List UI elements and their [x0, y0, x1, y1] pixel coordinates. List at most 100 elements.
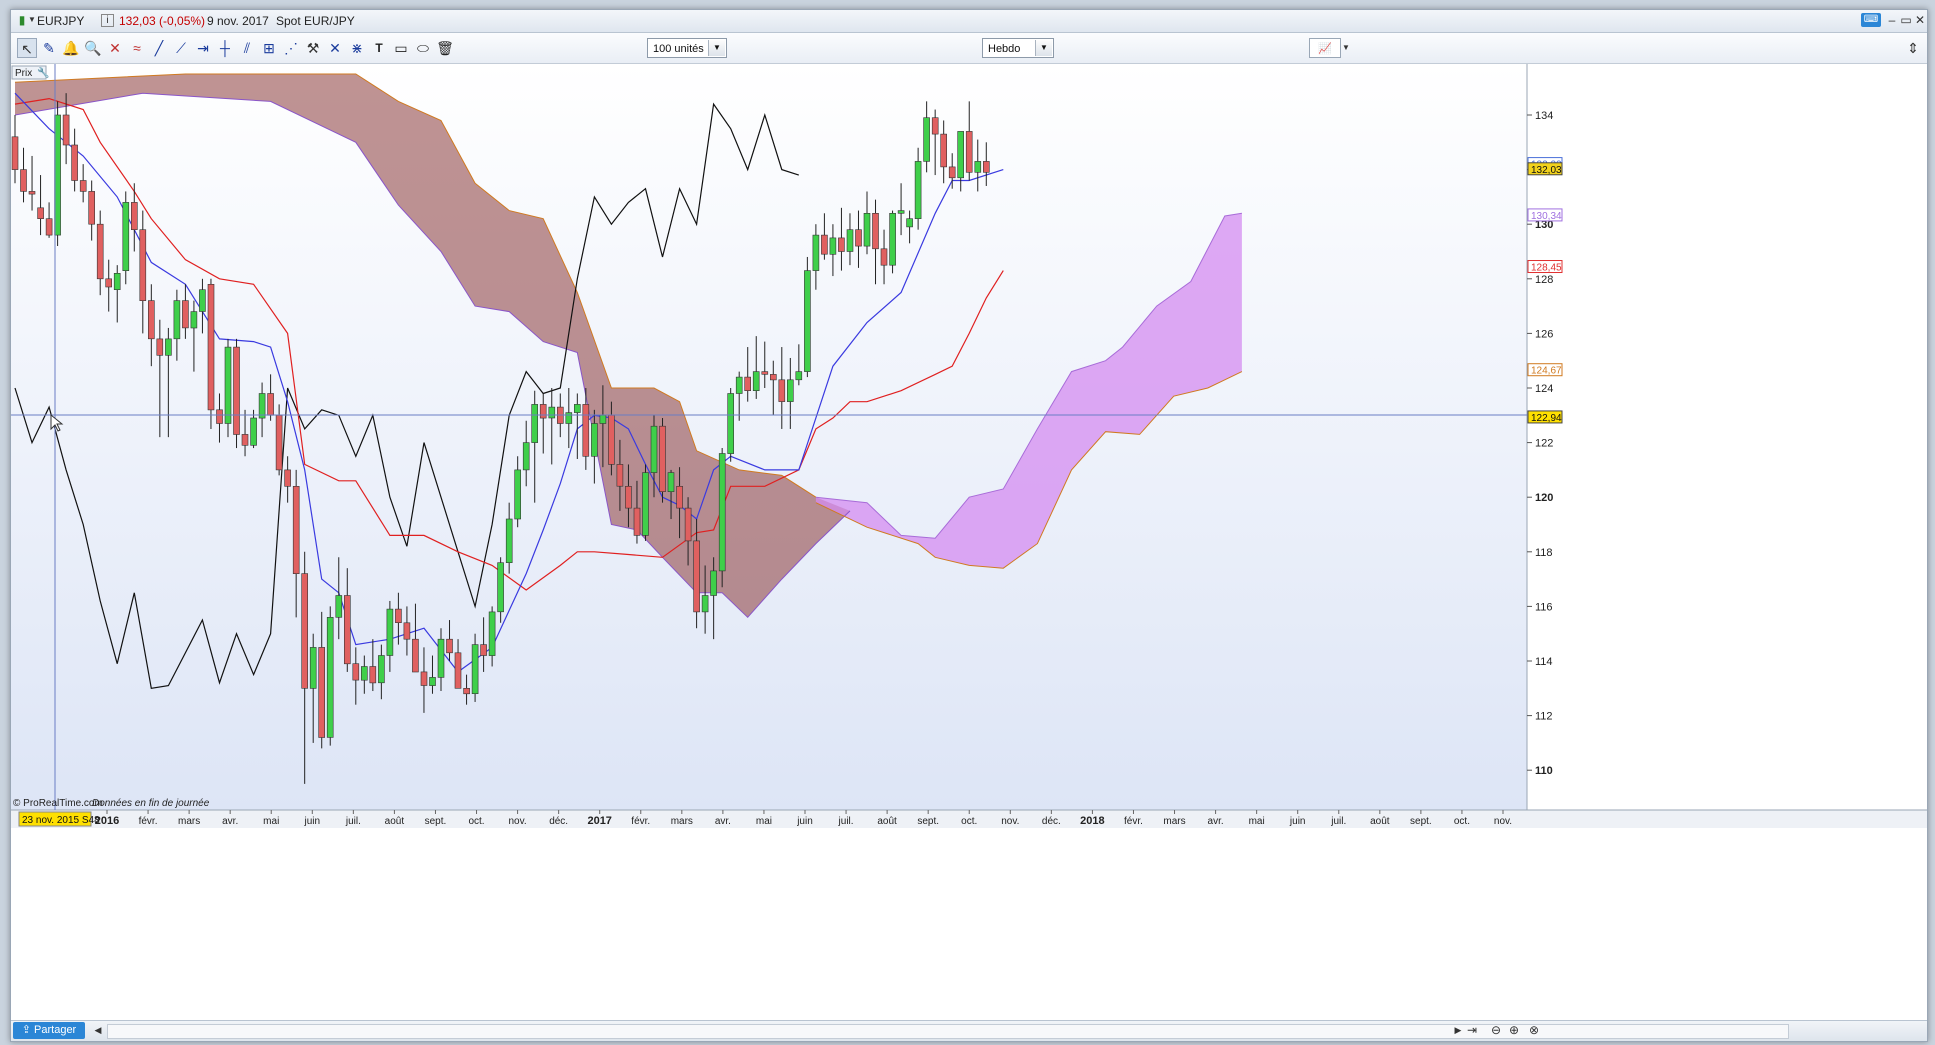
share-button-label: Partager	[34, 1024, 77, 1036]
candle-body	[914, 161, 922, 220]
date-tick-label: mai	[756, 816, 772, 827]
candle-body	[616, 464, 624, 487]
chevron-down-icon[interactable]: ▼	[708, 40, 725, 56]
expand-icon[interactable]: ⇕	[1903, 38, 1923, 58]
cursor-date-label: 23 nov. 2015 S48	[22, 815, 100, 826]
candle-body	[378, 655, 385, 684]
horizontal-line-icon[interactable]: ⇥	[193, 38, 213, 58]
candle	[224, 338, 232, 438]
ray-tool-icon[interactable]: ⟋	[171, 38, 191, 58]
ruler-icon[interactable]: ✎	[39, 38, 59, 58]
zoom-out-icon[interactable]: ⊖	[1489, 1023, 1503, 1037]
candle	[207, 278, 215, 429]
candle-body	[599, 414, 607, 424]
close-icon[interactable]: ✕	[1913, 13, 1927, 27]
price-badge-label: 124,67	[1531, 366, 1562, 377]
price-tick-label: 116	[1535, 601, 1553, 613]
candle-body	[156, 338, 164, 356]
candle-body	[437, 638, 445, 678]
rectangle-tool-icon[interactable]: ▭	[391, 38, 411, 58]
price-tick-label: 122	[1535, 438, 1553, 450]
candle-body	[258, 393, 266, 419]
candle-body	[786, 379, 794, 402]
candle-body	[744, 376, 752, 392]
candle-body	[122, 202, 130, 271]
pointer-icon[interactable]: ↖	[17, 38, 37, 58]
candle-body	[446, 638, 453, 654]
dropdown-arrow-icon[interactable]: ▼	[1341, 38, 1351, 58]
chevron-down-icon[interactable]: ▼	[1035, 40, 1052, 56]
parallel-tool-icon[interactable]: ⫽	[237, 38, 257, 58]
candle-body	[139, 229, 147, 301]
info-icon[interactable]: i	[101, 14, 114, 27]
candle-body	[463, 687, 470, 695]
candle-body	[96, 223, 104, 280]
hammer-icon[interactable]: ⚒	[303, 38, 323, 58]
date-tick-label: oct.	[1454, 816, 1470, 827]
scroll-right-icon[interactable]: ▶	[1451, 1023, 1465, 1037]
candle-body	[173, 300, 181, 340]
reset-zoom-icon[interactable]: ⊗	[1527, 1023, 1541, 1037]
candle-body	[778, 379, 786, 402]
candle-body	[769, 374, 777, 381]
maximize-icon[interactable]: ▭	[1899, 13, 1913, 27]
cross-tool-icon[interactable]: ✕	[325, 38, 345, 58]
wrench-icon[interactable]: 🔧	[37, 66, 49, 79]
candle-body	[37, 207, 44, 220]
line-tool-icon[interactable]: ╱	[149, 38, 169, 58]
date-tick-label: févr.	[631, 816, 650, 827]
scroll-end-icon[interactable]: ⇥	[1465, 1023, 1479, 1037]
candle-body	[718, 453, 726, 572]
instrument-label: Spot EUR/JPY	[276, 14, 355, 28]
date-tick-label: août	[385, 816, 405, 827]
candle-body	[591, 423, 598, 457]
symbol-label[interactable]: EURJPY	[37, 14, 84, 28]
chart-area[interactable]: 134132130128126124122120118116114112110 …	[11, 64, 1927, 1009]
share-button[interactable]: ⇪ Partager	[13, 1022, 85, 1039]
candle-body	[735, 376, 743, 394]
candle-body	[190, 311, 198, 329]
candle-body	[727, 393, 735, 454]
candle-body	[267, 393, 274, 416]
date-tick-label: juin	[796, 816, 813, 827]
candle-body	[940, 133, 948, 168]
candle-body	[454, 652, 462, 689]
period-select-value: Hebdo	[988, 43, 1021, 55]
price-badge-label: 132,03	[1531, 165, 1562, 176]
zoom-icon[interactable]: 🔍	[83, 38, 103, 58]
scroll-left-icon[interactable]: ◀	[91, 1023, 105, 1037]
indicator-chart-icon[interactable]: 📈	[1309, 38, 1341, 58]
price-badge: 132,03	[1527, 162, 1563, 176]
minimize-icon[interactable]: –	[1885, 13, 1899, 27]
zoom-in-icon[interactable]: ⊕	[1507, 1023, 1521, 1037]
alert-bell-icon[interactable]: 🔔	[61, 38, 81, 58]
channel-tool-icon[interactable]: ≈	[127, 38, 147, 58]
price-badge-label: 128,45	[1531, 263, 1562, 274]
price-tick-label: 128	[1535, 274, 1553, 286]
units-select[interactable]: 100 unités ▼	[647, 38, 727, 58]
period-select[interactable]: Hebdo ▼	[982, 38, 1054, 58]
vertical-line-icon[interactable]: ┼	[215, 38, 235, 58]
fibonacci-icon[interactable]: ⊞	[259, 38, 279, 58]
date-tick-label: 2017	[587, 815, 611, 827]
trend-tool-icon[interactable]: ✕	[105, 38, 125, 58]
candle-body	[829, 237, 837, 255]
axis-background	[1527, 64, 1927, 810]
date-tick-label: août	[877, 816, 897, 827]
andrews-pitchfork-icon[interactable]: ⋇	[347, 38, 367, 58]
ellipse-tool-icon[interactable]: ⬭	[413, 38, 433, 58]
candle	[659, 418, 666, 503]
price-chart[interactable]: 134132130128126124122120118116114112110 …	[11, 64, 1927, 1009]
candle-body	[71, 144, 78, 181]
price-badge: 124,67	[1527, 363, 1563, 377]
candle	[122, 191, 130, 285]
candle-body	[241, 434, 249, 446]
candle-body	[812, 234, 820, 271]
keyboard-icon[interactable]: ⌨	[1861, 13, 1881, 27]
gann-icon[interactable]: ⋰	[281, 38, 301, 58]
price-tick-label: 118	[1535, 547, 1553, 559]
candle-body	[20, 169, 27, 192]
candle-body	[897, 210, 905, 214]
text-tool-icon[interactable]: T	[369, 38, 389, 58]
trash-icon[interactable]: 🗑	[435, 38, 455, 58]
